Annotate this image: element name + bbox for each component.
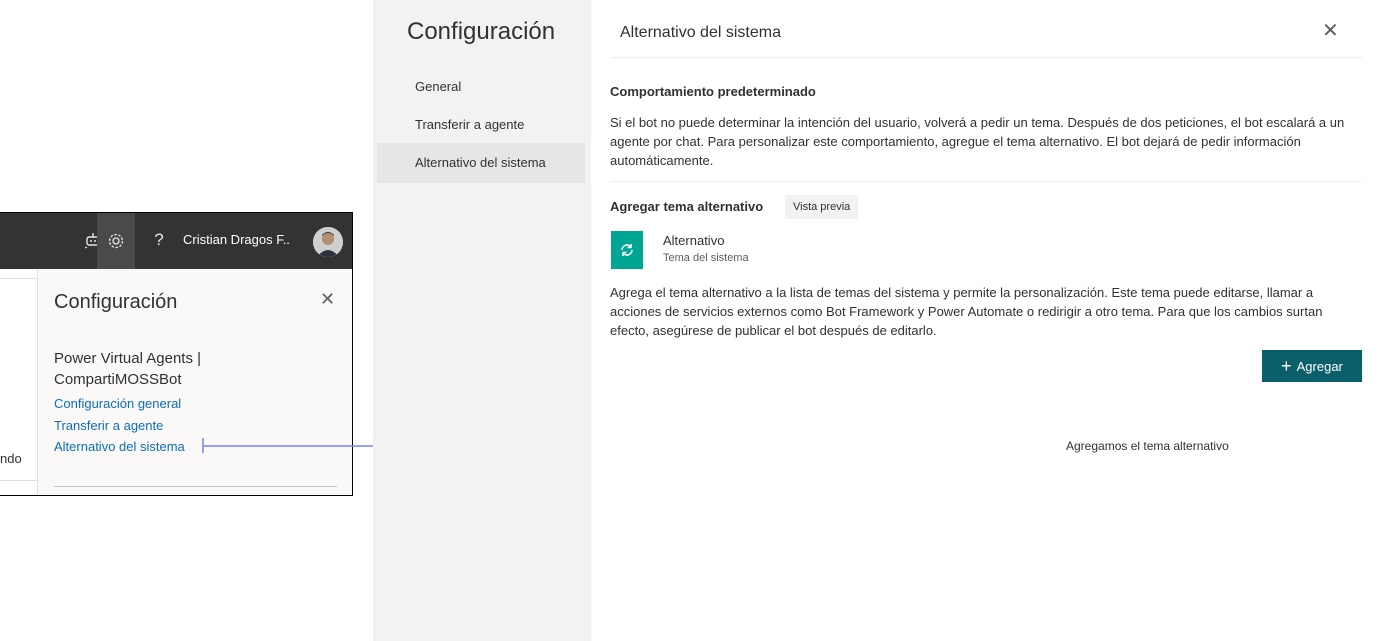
settings-flyout: Configuración ✕ Power Virtual Agents | C… [38,269,352,495]
link-configuracion-general[interactable]: Configuración general [54,396,181,411]
refresh-icon-svg [621,244,633,256]
gear-icon[interactable] [97,213,135,269]
inset-screenshot: ? Cristian Dragos F.. ndo Configuración … [0,212,353,496]
avatar-svg [313,227,343,257]
section-heading-add-topic: Agregar tema alternativo [610,199,764,214]
help-icon[interactable]: ? [146,227,172,253]
background-page-strip: ndo [0,269,38,495]
avatar[interactable] [313,227,343,257]
annotation-text: Agregamos el tema alternativo [1066,439,1229,453]
add-button-label: Agregar [1296,358,1343,374]
link-alternativo-del-sistema[interactable]: Alternativo del sistema [54,439,185,454]
nav-title: Configuración [407,18,556,45]
page-title: Alternativo del sistema [620,24,781,41]
gear-icon-svg [108,233,124,249]
row-divider [0,278,37,279]
topic-name: Alternativo [663,233,725,248]
header-divider [610,57,1362,58]
nav-item-alternativo-del-sistema[interactable]: Alternativo del sistema [377,143,585,183]
plus-icon: + [1281,356,1292,376]
row-divider [0,480,37,481]
nav-item-transferir-a-agente[interactable]: Transferir a agente [377,105,585,145]
settings-nav: Configuración General Transferir a agent… [373,0,591,641]
add-topic-text: Agrega el tema alternativo a la lista de… [610,285,1323,338]
top-bar: ? Cristian Dragos F.. [0,213,352,269]
section-divider [610,181,1362,182]
nav-item-general[interactable]: General [377,67,585,107]
close-icon[interactable]: ✕ [1322,18,1339,43]
cut-off-text: ndo [0,451,22,466]
section-heading-default-behavior: Comportamiento predeterminado [610,84,816,99]
main-panel: Alternativo del sistema ✕ Comportamiento… [591,0,1381,641]
bot-name: Power Virtual Agents | CompartiMOSSBot [54,350,202,388]
add-button[interactable]: + Agregar [1262,350,1362,382]
user-name[interactable]: Cristian Dragos F.. [183,232,290,247]
divider [54,486,337,487]
link-transferir-a-agente[interactable]: Transferir a agente [54,418,163,433]
refresh-icon [611,231,643,269]
default-behavior-text: Si el bot no puede determinar la intenci… [610,115,1345,168]
flyout-title: Configuración [54,291,178,313]
close-icon[interactable]: ✕ [320,289,335,310]
topic-subtitle: Tema del sistema [663,252,749,264]
preview-badge: Vista previa [785,195,859,219]
